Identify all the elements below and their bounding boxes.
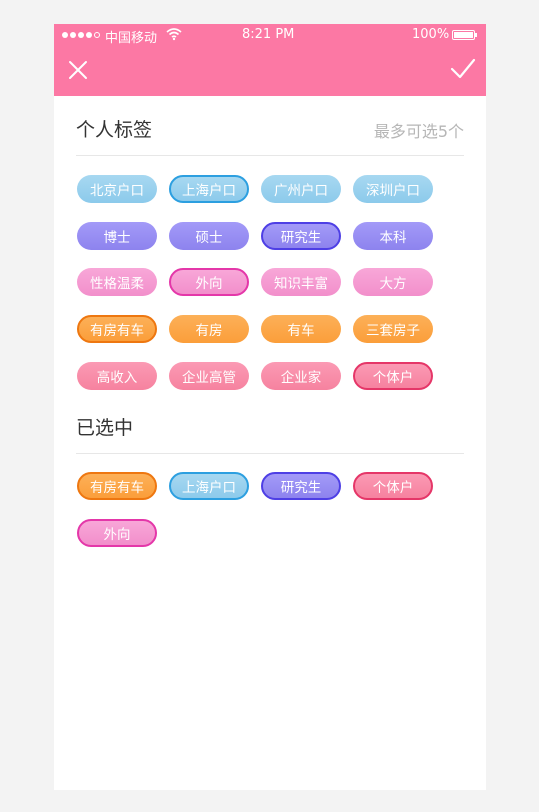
- tag-option[interactable]: 深圳户口: [353, 175, 433, 203]
- tag-option[interactable]: 有房: [169, 315, 249, 344]
- selected-section-title: 已选中: [76, 417, 134, 439]
- tag-option[interactable]: 个体户: [353, 361, 433, 390]
- tag-option[interactable]: 外向: [169, 268, 249, 297]
- carrier-name: 中国移动: [105, 31, 158, 46]
- wifi-icon: [166, 28, 182, 41]
- tag-option[interactable]: 企业家: [261, 361, 341, 390]
- check-icon[interactable]: [450, 58, 476, 80]
- selected-tag[interactable]: 上海户口: [169, 472, 249, 500]
- tag-option[interactable]: 本科: [353, 221, 433, 250]
- status-time: 8:21 PM: [242, 27, 295, 42]
- tag-option[interactable]: 研究生: [261, 221, 341, 250]
- tag-option[interactable]: 三套房子: [353, 315, 433, 344]
- selection-limit-hint: 最多可选5个: [373, 122, 464, 141]
- tag-option[interactable]: 硕士: [169, 221, 249, 250]
- selected-tag[interactable]: 外向: [77, 518, 157, 547]
- battery-icon: [452, 30, 477, 40]
- tag-option[interactable]: 上海户口: [169, 175, 249, 203]
- tag-option[interactable]: 有车: [261, 315, 341, 344]
- screen: 中国移动 8:21 PM 100% 个人标签 最多可选5个 北京户口 上海户口 广州…: [54, 24, 486, 790]
- tag-option[interactable]: 广州户口: [261, 175, 341, 203]
- selected-tag[interactable]: 个体户: [353, 472, 433, 500]
- tag-option[interactable]: 博士: [77, 221, 157, 250]
- tag-option[interactable]: 大方: [353, 268, 433, 297]
- selected-tag[interactable]: 研究生: [261, 472, 341, 500]
- divider: [76, 453, 464, 454]
- signal-strength-icon: [62, 32, 100, 38]
- status-bar: 中国移动 8:21 PM 100%: [54, 24, 486, 46]
- tag-option[interactable]: 北京户口: [77, 175, 157, 203]
- tag-option[interactable]: 高收入: [77, 361, 157, 390]
- tag-option[interactable]: 企业高管: [169, 361, 249, 390]
- battery-percentage: 100%: [412, 27, 450, 42]
- personal-tags-title: 个人标签: [76, 119, 153, 141]
- header-bar: 中国移动 8:21 PM 100%: [54, 24, 486, 96]
- divider: [76, 155, 464, 156]
- tag-option[interactable]: 有房有车: [77, 315, 157, 344]
- tag-option[interactable]: 性格温柔: [77, 268, 157, 297]
- selected-tag[interactable]: 有房有车: [77, 472, 157, 500]
- close-icon[interactable]: [68, 60, 88, 80]
- tag-option[interactable]: 知识丰富: [261, 268, 341, 297]
